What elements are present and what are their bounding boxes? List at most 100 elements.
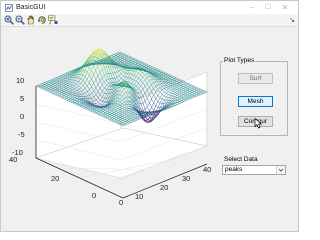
mesh-line [78,74,81,79]
mesh-line [133,60,136,62]
mesh-line [69,70,72,72]
mesh-line [124,58,127,60]
mesh-line [113,53,116,55]
mesh-line [174,81,177,83]
mesh-line [159,87,163,91]
mesh-line [135,65,138,67]
mesh-line [65,83,69,85]
undock-arrow-icon[interactable]: ↘ [289,16,295,24]
mesh-line [131,63,134,66]
mesh-line [141,65,145,67]
mesh-line [100,94,103,98]
mesh-line [76,77,79,82]
mesh-line [99,72,103,78]
mesh-line [59,76,62,78]
mesh-line [138,72,141,75]
mesh-line [67,83,71,86]
mesh-line [125,72,128,74]
mesh-line [67,77,71,80]
mesh-line [120,58,123,60]
mesh-line [142,82,146,87]
mesh-line [159,83,162,85]
mesh-line [61,80,64,83]
mesh-line [57,78,60,81]
mesh-button[interactable]: Mesh [238,96,273,107]
mesh-line [68,90,71,93]
mesh-line [102,96,105,99]
mesh-line [170,77,173,79]
zoom-in-icon[interactable] [4,15,14,25]
mesh-line [113,57,117,60]
mesh-line [76,81,79,85]
mesh-line [117,100,121,103]
mesh-line [137,59,140,62]
mesh-line [123,72,126,76]
mesh-line [95,56,98,59]
mesh-line [57,79,60,82]
mesh-line [89,93,92,96]
mesh-line [46,82,49,84]
mesh-line [119,101,123,104]
mesh-line [121,91,125,95]
mesh-line [153,88,156,93]
mesh-line [117,103,121,106]
mesh-line [125,87,129,92]
mesh-line [121,78,124,81]
mesh-line [54,80,58,83]
mesh-plot[interactable]: 10 5 0 -5 -10 40 20 0 0 10 20 30 40 [1,28,217,208]
mesh-line [61,81,64,84]
mesh-line [116,77,120,81]
mesh-line [133,63,136,65]
mesh-line [136,72,139,77]
rotate-3d-icon[interactable] [37,15,47,25]
mesh-line [125,77,128,82]
mesh-line [97,66,101,73]
mesh-line [165,77,169,80]
mesh-line [121,86,125,90]
mesh-line [92,56,96,61]
mesh-line [111,56,114,59]
zoom-out-icon[interactable] [15,15,25,25]
mesh-line [85,85,88,89]
data-cursor-icon[interactable] [48,15,58,25]
mesh-line [72,88,75,91]
mesh-line [161,86,165,89]
mesh-line [157,69,160,71]
mesh-line [152,70,155,72]
mesh-line [61,83,64,85]
mesh-line [127,70,130,74]
data-dropdown[interactable]: peaks [222,165,286,175]
mesh-line [59,79,62,82]
mesh-line [78,85,82,88]
mesh-line [136,86,139,89]
surf-button[interactable]: Surf [238,73,273,84]
mesh-line [106,83,109,86]
mesh-line [137,60,140,63]
mesh-line [129,78,133,83]
mesh-line [57,81,60,84]
mesh-line [106,85,109,87]
mesh-line [129,70,133,74]
mesh-line [126,56,129,59]
mesh-line [144,74,148,78]
maximize-button[interactable]: ☐ [260,2,276,13]
mesh-line [113,56,117,58]
mesh-line [115,56,119,58]
mesh-line [65,84,69,86]
minimize-button[interactable]: – [244,2,260,13]
axes-3d[interactable]: 10 5 0 -5 -10 40 20 0 0 10 20 30 40 [1,28,217,208]
mesh-line [44,83,47,85]
mesh-line [168,80,171,83]
pan-icon[interactable] [26,15,36,25]
mesh-line [148,64,151,67]
mesh-line [65,78,68,80]
mesh-line [83,93,86,97]
mesh-line [101,67,105,70]
mesh-line [163,74,166,76]
mesh-line [170,82,173,84]
mesh-line [172,78,175,80]
mesh-line [55,83,58,86]
chevron-down-icon[interactable] [276,166,285,174]
mesh-line [167,75,171,77]
close-button[interactable]: ✕ [277,2,293,13]
